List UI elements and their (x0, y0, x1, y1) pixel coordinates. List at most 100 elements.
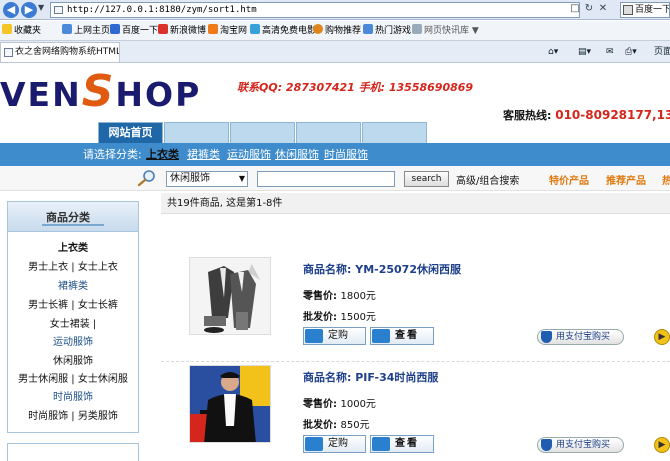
url-input[interactable]: http://127.0.0.1:8180/zym/sort1.htm (50, 2, 580, 18)
forward-icon[interactable]: ▶ (21, 2, 37, 18)
sidebar-group-pants[interactable]: 裙裤类 (8, 277, 138, 292)
home-icon[interactable]: ⌂▾ (548, 45, 558, 59)
tab-5[interactable] (362, 122, 427, 143)
sidebar-item-pants[interactable]: 男士长裤 | 女士长裤 (8, 296, 138, 311)
search-button[interactable]: search (404, 171, 449, 187)
favorites-label: 收藏夹 (14, 26, 42, 36)
tab-home[interactable]: 网站首页 (98, 122, 163, 143)
order-button[interactable]: 定购 (303, 435, 366, 453)
sidebar-group-casual[interactable]: 休闲服饰 (8, 352, 138, 367)
tab-3[interactable] (230, 122, 295, 143)
page-menu[interactable]: 页面 (654, 45, 670, 59)
arrow-right-icon[interactable]: ▶ (654, 437, 670, 453)
recommended-products-link[interactable]: 推荐产品 (606, 172, 646, 187)
sidebar-title-underline (42, 224, 104, 226)
product-name[interactable]: 商品名称: PIF-34时尚西服 (303, 369, 438, 385)
arrow-right-icon[interactable]: ▶ (654, 329, 670, 345)
product-name[interactable]: 商品名称: YM-25072休闲西服 (303, 261, 461, 277)
wholesale-label: 批发价: (303, 420, 341, 431)
product-image[interactable] (189, 365, 271, 443)
sidebar-item-fashion[interactable]: 时尚服饰 | 另类服饰 (8, 407, 138, 422)
wholesale-label: 批发价: (303, 312, 341, 323)
advanced-search-link[interactable]: 高级/组合搜索 (456, 172, 519, 187)
category-link-sports[interactable]: 运动服饰 (227, 143, 271, 166)
fav-link-7[interactable]: 热门游戏 (363, 24, 411, 38)
url-tools: □ ↻ ✕ (568, 3, 610, 17)
view-label: 查看 (395, 330, 419, 341)
category-bar: 请选择分类: 上衣类 裙裤类 运动服饰 休闲服饰 时尚服饰 (0, 143, 670, 166)
chevron-down-icon: ▼ (238, 174, 245, 183)
cart-icon (372, 329, 390, 343)
sidebar-item-skirts[interactable]: 女士裙装 | (8, 315, 138, 330)
hot-products-link[interactable]: 热 (662, 172, 670, 187)
fav-link-8[interactable]: 网页快讯库 ▼ (412, 24, 479, 38)
hotline-label: 客服热线: (503, 109, 556, 122)
fav-link-6[interactable]: 购物推荐 (313, 24, 361, 38)
address-bar: ◀ ▶ ▼ http://127.0.0.1:8180/zym/sort1.ht… (0, 0, 670, 20)
alipay-label: 用支付宝购买 (556, 332, 611, 342)
baidu-icon (110, 24, 120, 34)
feeds-icon[interactable]: ▤▾ (578, 45, 591, 59)
tab-2[interactable] (164, 122, 229, 143)
sidebar-group-sports[interactable]: 运动服饰 (8, 333, 138, 348)
shield-icon (541, 439, 552, 451)
fav-link-4[interactable]: 淘宝网 (208, 24, 247, 38)
product-image[interactable] (189, 257, 271, 335)
category-link-pants[interactable]: 裙裤类 (187, 143, 220, 166)
category-label: 请选择分类: (83, 148, 142, 161)
sidebar-group-fashion[interactable]: 时尚服饰 (8, 388, 138, 403)
hotline-number: 010-80928177,13810 (555, 108, 670, 122)
browser-search-input[interactable]: 百度一下 (620, 2, 670, 18)
product-wholesale-price: 批发价: 850元 (303, 416, 370, 431)
page-icon (4, 48, 13, 57)
shopping-icon (313, 24, 323, 34)
site-logo[interactable]: VENSHOP (0, 70, 201, 115)
alipay-button[interactable]: 用支付宝购买 (537, 329, 624, 345)
favorites-button[interactable]: 收藏夹 (2, 24, 41, 38)
suit-picture (190, 258, 270, 334)
retail-value: 1000元 (340, 399, 376, 410)
fav-label: 高清免费电影 (262, 26, 317, 36)
keyword-input[interactable] (257, 171, 395, 187)
category-link-casual[interactable]: 休闲服饰 (275, 143, 319, 166)
fav-link-2[interactable]: 百度一下 (110, 24, 158, 38)
print-icon[interactable]: ⎙▾ (625, 45, 637, 59)
category-select[interactable]: 休闲服饰 ▼ (166, 171, 248, 187)
back-icon[interactable]: ◀ (3, 2, 19, 18)
logo-s: S (81, 66, 116, 117)
cart-icon (305, 437, 323, 451)
history-dropdown-icon[interactable]: ▼ (38, 3, 44, 12)
magnifier-icon (137, 170, 155, 187)
fav-link-3[interactable]: 新浪微博 (158, 24, 206, 38)
logo-text-1: VEN (0, 75, 82, 114)
order-button[interactable]: 定购 (303, 327, 366, 345)
taobao-icon (208, 24, 218, 34)
search-engine-text: 百度一下 (635, 5, 670, 15)
sidebar-item-tops[interactable]: 男士上衣 | 女士上衣 (8, 258, 138, 273)
view-button[interactable]: 查看 (370, 327, 434, 345)
fav-link-1[interactable]: 上网主页 (62, 24, 110, 38)
sidebar-item-casual[interactable]: 男士休闲服 | 女士休闲服 (8, 370, 138, 385)
fav-link-5[interactable]: 高清免费电影 (250, 24, 316, 38)
refresh-icon[interactable]: ↻ (582, 3, 596, 14)
product-wholesale-price: 批发价: 1500元 (303, 308, 376, 323)
sidebar-header: 商品分类 (8, 202, 138, 232)
tab-4[interactable] (296, 122, 361, 143)
stop-icon[interactable]: ✕ (596, 3, 610, 14)
alipay-label: 用支付宝购买 (556, 440, 611, 450)
alipay-button[interactable]: 用支付宝购买 (537, 437, 624, 453)
mail-icon[interactable]: ✉ (606, 45, 614, 59)
category-link-tops[interactable]: 上衣类 (146, 143, 179, 166)
view-button[interactable]: 查看 (370, 435, 434, 453)
fav-label: 上网主页 (74, 26, 111, 36)
browser-tab[interactable]: 衣之舍网络购物系统HTML版 (0, 42, 120, 62)
special-products-link[interactable]: 特价产品 (549, 172, 589, 187)
compat-view-icon[interactable]: □ (568, 3, 582, 14)
movie-icon (250, 24, 260, 34)
globe-icon (62, 24, 72, 34)
category-link-fashion[interactable]: 时尚服饰 (324, 143, 368, 166)
sidebar-group-tops[interactable]: 上衣类 (8, 239, 138, 254)
order-label: 定购 (328, 330, 348, 341)
search-engine-icon (623, 5, 633, 15)
retail-value: 1800元 (340, 291, 376, 302)
